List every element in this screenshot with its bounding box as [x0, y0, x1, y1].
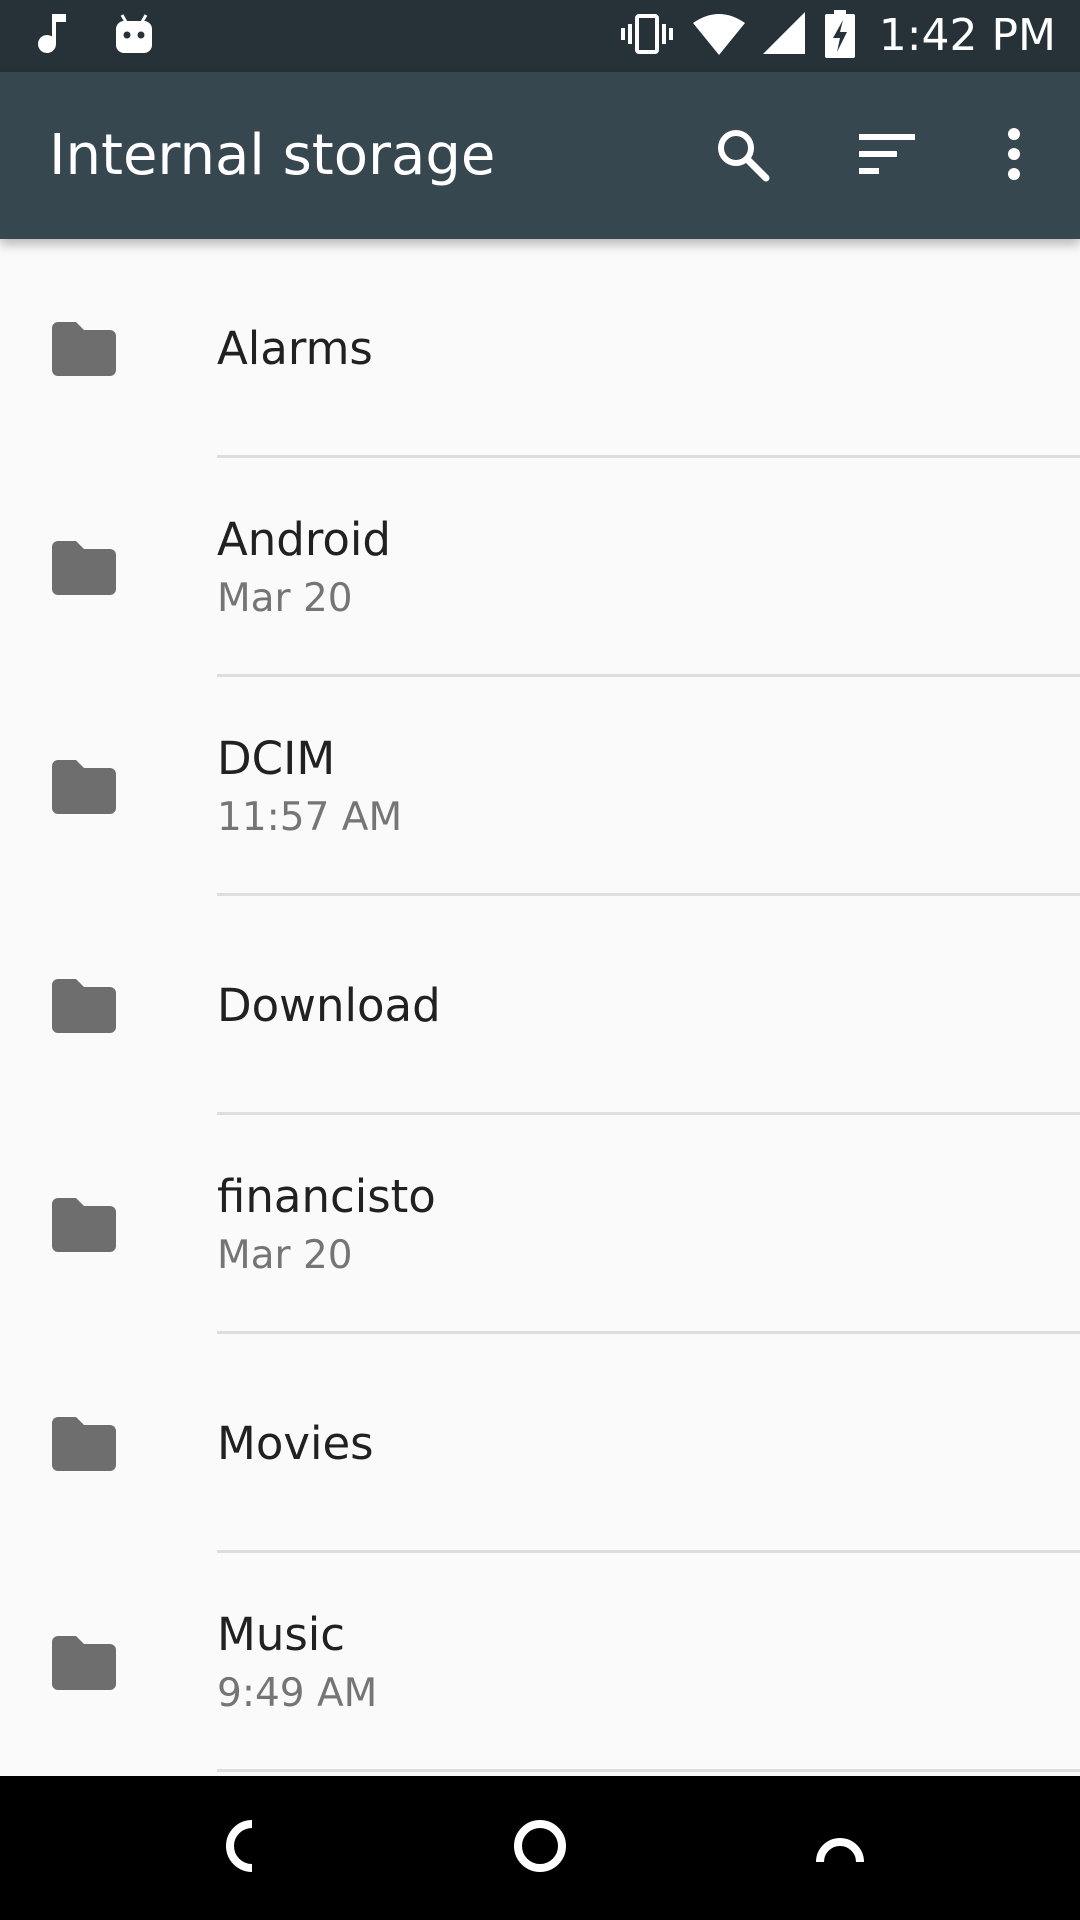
folder-icon: [52, 321, 116, 376]
file-name: financisto: [217, 1169, 436, 1223]
search-icon: [714, 126, 770, 186]
vibrate-icon: [619, 12, 675, 60]
recents-button[interactable]: [800, 1808, 880, 1888]
folder-icon: [52, 540, 116, 595]
more-vert-icon: [1006, 128, 1022, 184]
file-date: 9:49 AM: [217, 1670, 378, 1716]
app-toolbar: Internal storage: [0, 72, 1080, 239]
file-name: DCIM: [217, 731, 336, 785]
recents-icon: [814, 1826, 866, 1870]
screen: 1:42 PM Internal storage Alarms Android …: [0, 0, 1080, 1920]
list-item[interactable]: Music 9:49 AM: [0, 1553, 1080, 1772]
notification-icons: [34, 12, 154, 60]
file-name: Download: [217, 978, 441, 1032]
navigation-bar: [0, 1776, 1080, 1920]
file-list: Alarms Android Mar 20 DCIM 11:57 AM Down…: [0, 239, 1080, 1776]
system-status-icons: 1:42 PM: [619, 0, 1056, 72]
cell-signal-icon: [762, 12, 807, 60]
status-clock: 1:42 PM: [878, 10, 1056, 61]
battery-charging-icon: [824, 10, 855, 62]
list-item[interactable]: Movies: [0, 1334, 1080, 1553]
home-icon: [512, 1818, 568, 1878]
folder-icon: [52, 1635, 116, 1690]
file-date: 11:57 AM: [217, 794, 403, 840]
back-button[interactable]: [200, 1808, 280, 1888]
file-date: Mar 20: [217, 1232, 353, 1278]
wifi-icon: [692, 13, 745, 59]
list-item[interactable]: DCIM 11:57 AM: [0, 677, 1080, 896]
folder-icon: [52, 1416, 116, 1471]
folder-icon: [52, 1197, 116, 1252]
file-name: Alarms: [217, 321, 373, 375]
sort-button[interactable]: [843, 112, 931, 200]
list-item[interactable]: Download: [0, 896, 1080, 1115]
page-title: Internal storage: [49, 123, 496, 188]
list-item[interactable]: Android Mar 20: [0, 458, 1080, 677]
file-date: Mar 20: [217, 575, 353, 621]
back-icon: [220, 1820, 260, 1876]
file-name: Android: [217, 512, 391, 566]
music-note-icon: [34, 12, 70, 60]
search-button[interactable]: [698, 112, 786, 200]
android-debug-icon: [114, 13, 154, 59]
file-name: Movies: [217, 1416, 374, 1470]
sort-icon: [859, 134, 915, 178]
folder-icon: [52, 978, 116, 1033]
file-name: Music: [217, 1607, 346, 1661]
home-button[interactable]: [500, 1808, 580, 1888]
list-item[interactable]: financisto Mar 20: [0, 1115, 1080, 1334]
divider: [217, 1769, 1080, 1772]
status-bar: 1:42 PM: [0, 0, 1080, 72]
list-item[interactable]: Alarms: [0, 239, 1080, 458]
more-options-button[interactable]: [970, 112, 1058, 200]
folder-icon: [52, 759, 116, 814]
